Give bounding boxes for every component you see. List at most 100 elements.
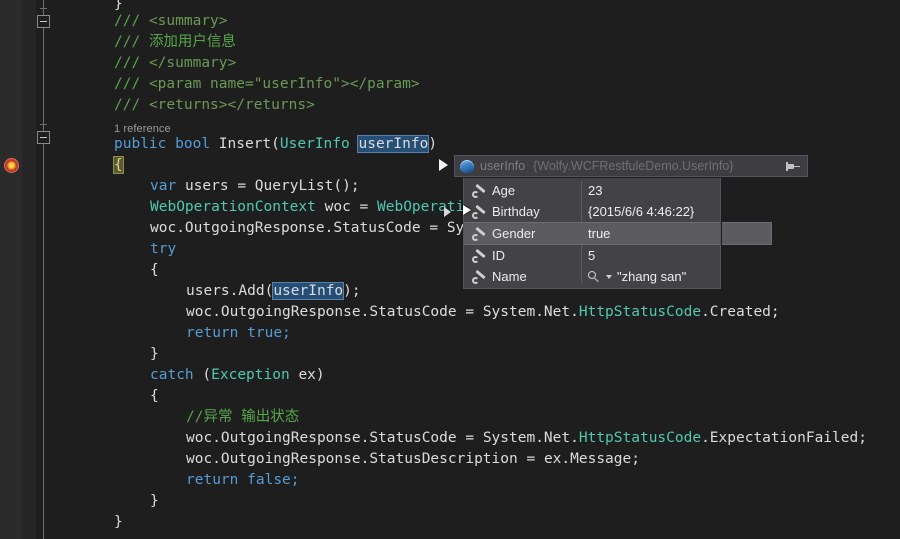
token-type-httpstatuscode: HttpStatusCode — [578, 430, 702, 446]
token-kw-public: public — [114, 136, 167, 152]
property-wrench-icon — [472, 204, 487, 219]
token-tag-summary-close: </summary> — [148, 55, 237, 71]
datatip-row-name: Name — [492, 269, 527, 284]
token-kw-return: return — [186, 472, 239, 488]
chevron-down-icon[interactable] — [606, 274, 612, 279]
token-doc-slashes: /// — [114, 97, 141, 113]
outlining-vertical-line — [43, 0, 44, 539]
outlining-tick-top — [40, 8, 47, 9]
token-kw-var: var — [150, 178, 177, 194]
code-line-catch-close-brace: } — [150, 491, 159, 512]
token-arg-userinfo-highlighted[interactable]: userInfo — [272, 282, 345, 300]
outlining-margin[interactable] — [36, 0, 58, 539]
token-op-eq: = — [465, 304, 475, 320]
token-call-querylist: QueryList(); — [254, 178, 360, 194]
datatip-row-gender[interactable]: Gender true — [464, 222, 740, 245]
datatip-row-value[interactable]: {2015/6/6 4:46:22} — [588, 204, 694, 219]
token-statusdescription-lhs: woc.OutgoingResponse.StatusDescription — [186, 451, 518, 467]
token-kw-return: return — [186, 325, 239, 341]
property-wrench-icon — [472, 183, 487, 198]
token-type-userinfo: UserInfo — [279, 136, 350, 152]
token-ex-message: ex.Message; — [543, 451, 640, 467]
chevron-right-icon[interactable] — [444, 207, 451, 217]
token-doc-chinese: 添加用户信息 — [148, 34, 236, 50]
token-param-userinfo-highlighted[interactable]: userInfo — [357, 135, 430, 153]
datatip-header-name: userInfo — [480, 159, 526, 173]
code-line-returns: /// <returns></returns> — [114, 95, 315, 116]
code-line-comment-chinese: //异常 输出状态 — [186, 407, 299, 428]
datatip-row-name: ID — [492, 248, 505, 263]
token-tag-summary-open: <summary> — [148, 13, 228, 29]
datatip-property-list[interactable]: Age 23 Birthday {2015/6/6 4:46:22} Gende… — [444, 178, 772, 289]
token-lit-true: true; — [247, 325, 291, 341]
token-member-created: .Created; — [701, 304, 780, 320]
datatip-row-age[interactable]: Age 23 — [464, 180, 720, 201]
token-kw-catch: catch — [150, 367, 194, 383]
code-line-statusdescription: woc.OutgoingResponse.StatusDescription =… — [186, 449, 640, 470]
pin-icon[interactable] — [786, 161, 800, 172]
datatip-row-value[interactable]: 23 — [588, 183, 602, 198]
token-call-users-add-tail: ); — [343, 283, 361, 299]
code-line-try-open-brace: { — [150, 260, 159, 281]
token-type-weboperationcontext: WebOperationContext — [150, 199, 316, 215]
token-lit-false: false; — [247, 472, 300, 488]
token-doc-slashes: /// — [114, 34, 141, 50]
datatip-row-value[interactable]: true — [588, 226, 610, 241]
expander-triangle-icon[interactable] — [439, 159, 448, 171]
token-tag-param: <param name="userInfo"></param> — [148, 76, 420, 92]
code-line-var-users: var users = QueryList(); — [150, 176, 360, 197]
datatip-row-name[interactable]: Name "zhang san" — [464, 266, 720, 287]
breakpoint-icon[interactable] — [4, 158, 19, 173]
code-line-method-close-brace: } — [114, 512, 123, 533]
code-line-return-false: return false; — [186, 470, 300, 491]
code-line-method-open-brace: { — [113, 155, 124, 176]
collapse-box-method[interactable] — [37, 131, 50, 144]
property-wrench-icon — [472, 226, 487, 241]
datatip-row-name: Gender — [492, 226, 536, 241]
datatip-pin-plate — [722, 222, 772, 245]
token-ident-users: users — [184, 178, 229, 194]
token-brace-open-highlighted: { — [113, 156, 124, 174]
token-doc-slashes: /// — [114, 13, 141, 29]
datatip-row-value-wrapper[interactable]: "zhang san" — [588, 269, 686, 284]
datatip-row-name: Age — [492, 183, 516, 198]
code-line-doc-chinese: /// 添加用户信息 — [114, 32, 236, 53]
token-comment-chinese: //异常 输出状态 — [186, 409, 300, 425]
token-tag-returns: <returns></returns> — [148, 97, 315, 113]
code-line-param: /// <param name="userInfo"></param> — [114, 74, 420, 95]
datatip-row-birthday[interactable]: Birthday {2015/6/6 4:46:22} — [444, 201, 720, 222]
property-wrench-icon — [472, 248, 487, 263]
property-wrench-icon — [472, 269, 487, 284]
token-brace-close: } — [114, 514, 123, 530]
token-statuscode-lhs: woc.OutgoingResponse.StatusCode — [186, 430, 457, 446]
token-brace-open: { — [150, 388, 159, 404]
code-line-return-true: return true; — [186, 323, 291, 344]
token-system-net: System.Net. — [482, 430, 579, 446]
object-icon — [460, 159, 474, 173]
token-ident-woc: woc — [324, 199, 351, 215]
token-brace-close: } — [150, 493, 159, 509]
token-op-eq: = — [526, 451, 536, 467]
mouse-cursor-icon — [463, 205, 471, 215]
token-paren-open: ( — [202, 367, 212, 383]
token-op-eq: = — [465, 430, 475, 446]
magnifier-icon[interactable] — [588, 270, 600, 283]
token-type-exception: Exception — [211, 367, 290, 383]
token-kw-bool: bool — [175, 136, 211, 152]
selection-margin — [0, 0, 22, 539]
token-call-users-add: users.Add( — [186, 283, 274, 299]
collapse-box-summary[interactable] — [37, 15, 50, 28]
token-op-eq: = — [237, 178, 247, 194]
token-doc-slashes: /// — [114, 76, 141, 92]
datatip-header[interactable]: userInfo {Wolfy.WCFRestfuleDemo.UserInfo… — [454, 155, 808, 177]
token-brace-close: } — [150, 346, 159, 362]
datatip-header-type: {Wolfy.WCFRestfuleDemo.UserInfo} — [533, 159, 734, 173]
token-doc-slashes: /// — [114, 55, 141, 71]
indicator-margin[interactable] — [22, 0, 36, 539]
token-member-expectationfailed: .ExpectationFailed; — [701, 430, 867, 446]
datatip-row-value[interactable]: 5 — [588, 248, 595, 263]
token-ident-ex: ex) — [298, 367, 325, 383]
code-editor[interactable]: } /// <summary> /// 添加用户信息 /// </summary… — [0, 0, 900, 539]
token-type-httpstatuscode: HttpStatusCode — [578, 304, 702, 320]
datatip-row-id[interactable]: ID 5 — [464, 245, 720, 266]
